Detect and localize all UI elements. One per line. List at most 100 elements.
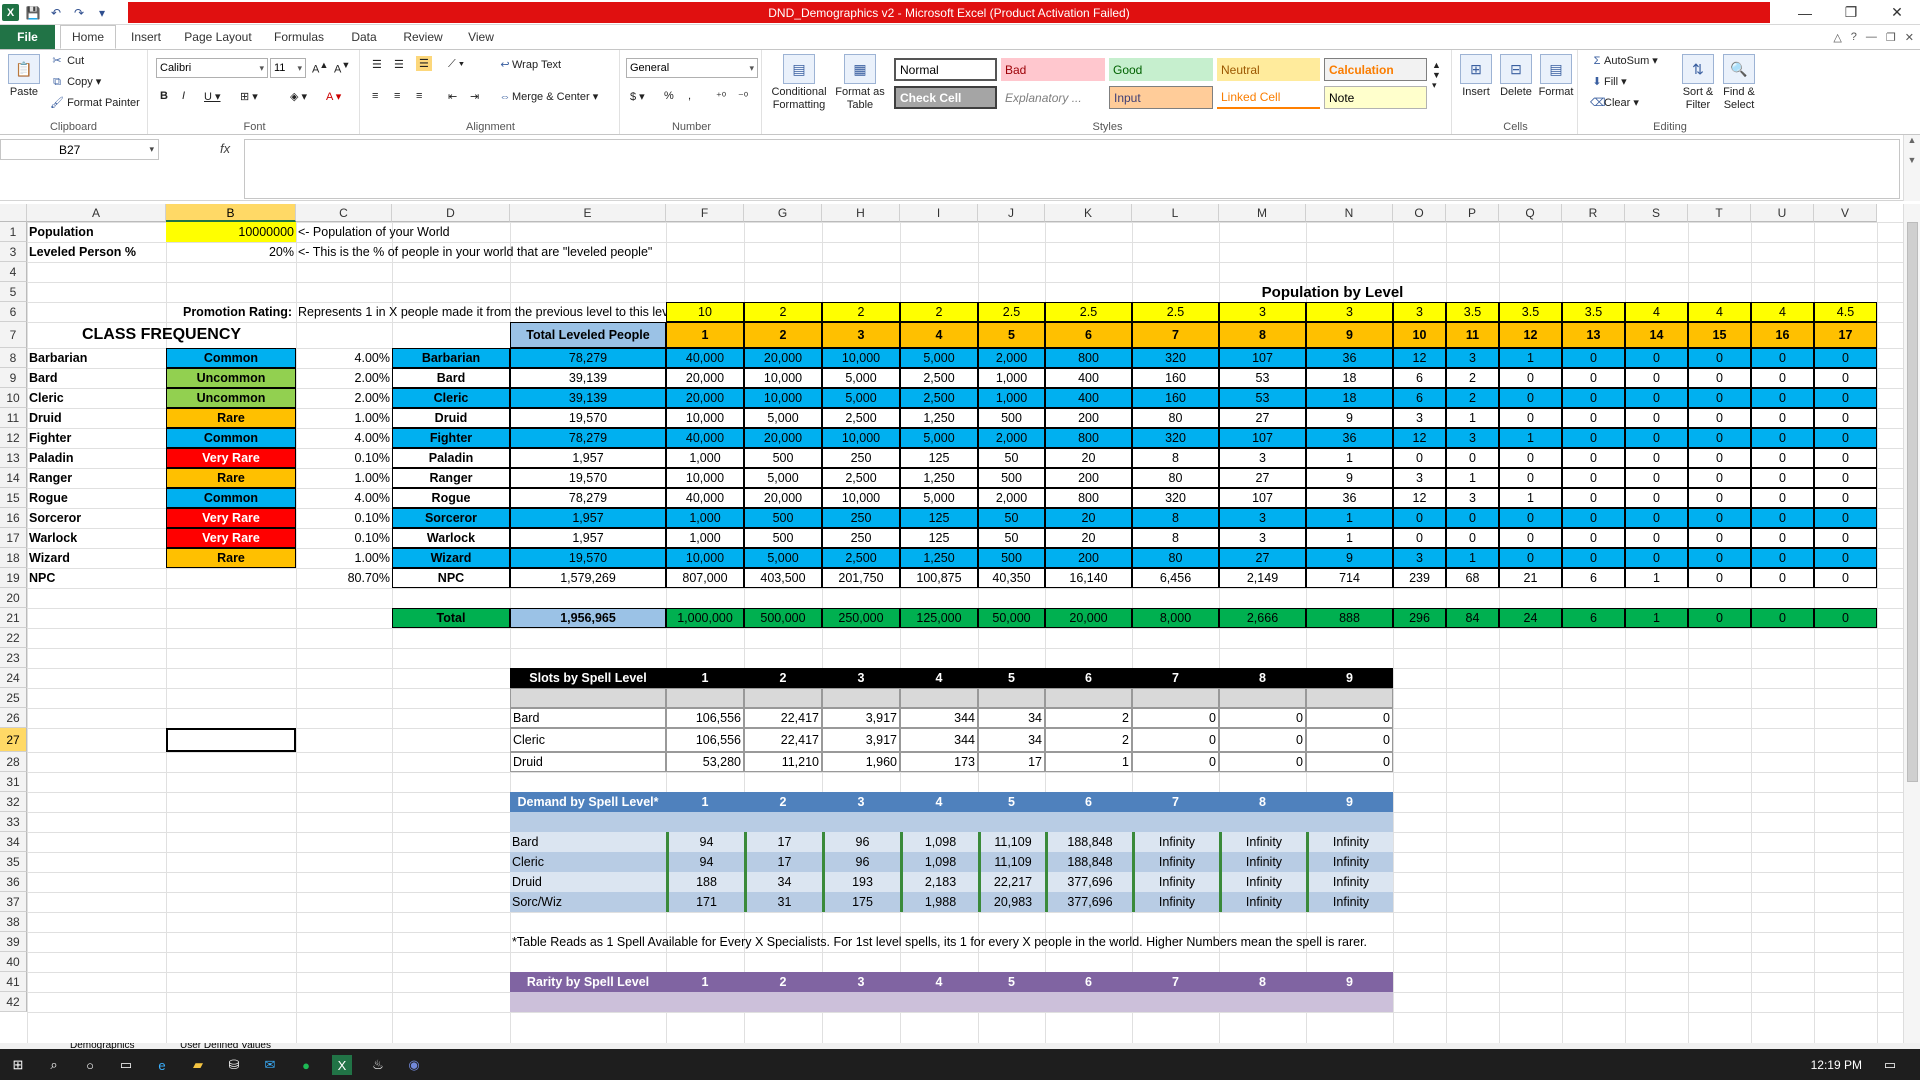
class-level-count[interactable]: 0 [1688,568,1751,588]
class-level-count[interactable]: 5,000 [900,488,978,508]
slots-blank-row[interactable] [1132,688,1219,708]
tab-formulas[interactable]: Formulas [264,25,334,49]
footnote[interactable]: *Table Reads as 1 Spell Available for Ev… [510,932,1499,952]
task-view-icon[interactable]: ▭ [116,1055,136,1075]
demand-value[interactable]: 188 [666,872,744,892]
promotion-value[interactable]: 2 [822,302,900,322]
increase-decimal-icon[interactable]: ⁺⁰ [716,90,726,103]
level-number-header[interactable]: 5 [978,322,1045,348]
row-header-37[interactable]: 37 [0,892,27,912]
slots-col-header[interactable]: 2 [744,668,822,688]
class-level-count[interactable]: 5,000 [822,388,900,408]
percent-icon[interactable]: % [664,90,674,102]
row-header-27[interactable]: 27 [0,728,27,752]
total-level-count[interactable]: 8,000 [1132,608,1219,628]
class-level-count[interactable]: 1,250 [900,408,978,428]
slots-col-header[interactable]: 9 [1306,668,1393,688]
slots-blank-row[interactable] [1219,688,1306,708]
rarity-blank-row[interactable] [1306,992,1393,1012]
help-icon[interactable]: ? [1851,31,1857,43]
class-total[interactable]: 1,957 [510,448,666,468]
wrap-text-button[interactable]: ↩ Wrap Text [498,58,561,72]
class-name-table[interactable]: Rogue [392,488,510,508]
class-percent[interactable]: 2.00% [296,368,392,388]
font-color-icon[interactable]: A ▾ [326,90,341,103]
demand-value[interactable]: 31 [744,892,822,912]
promotion-value[interactable]: 10 [666,302,744,322]
class-level-count[interactable]: 0 [1751,408,1814,428]
class-level-count[interactable]: 400 [1045,368,1132,388]
class-level-count[interactable]: 50 [978,448,1045,468]
slots-value[interactable]: 106,556 [666,708,744,728]
class-level-count[interactable]: 2,500 [822,408,900,428]
class-name[interactable]: Warlock [27,528,166,548]
class-rarity[interactable]: Very Rare [166,448,296,468]
class-level-count[interactable]: 160 [1132,388,1219,408]
name-box[interactable]: B27 [0,139,159,160]
class-frequency-title[interactable]: CLASS FREQUENCY [27,322,296,348]
demand-col-header[interactable]: 3 [822,792,900,812]
class-level-count[interactable]: 0 [1751,428,1814,448]
number-format-select[interactable]: General [626,58,758,78]
class-level-count[interactable]: 1,250 [900,548,978,568]
class-level-count[interactable]: 0 [1751,568,1814,588]
class-level-count[interactable]: 40,000 [666,488,744,508]
class-level-count[interactable]: 0 [1393,528,1446,548]
slots-value[interactable]: 34 [978,708,1045,728]
class-level-count[interactable]: 20 [1045,448,1132,468]
column-header-A[interactable]: A [27,204,166,222]
level-number-header[interactable]: 17 [1814,322,1877,348]
total-level-count[interactable]: 84 [1446,608,1499,628]
class-level-count[interactable]: 9 [1306,548,1393,568]
promotion-value[interactable]: 3.5 [1562,302,1625,322]
class-level-count[interactable]: 0 [1751,448,1814,468]
demand-blank-row[interactable] [666,812,744,832]
class-level-count[interactable]: 0 [1625,368,1688,388]
demand-value[interactable]: Infinity [1132,832,1219,852]
column-header-V[interactable]: V [1814,204,1877,222]
class-total[interactable]: 39,139 [510,388,666,408]
class-level-count[interactable]: 0 [1751,528,1814,548]
level-number-header[interactable]: 1 [666,322,744,348]
class-level-count[interactable]: 0 [1625,508,1688,528]
class-name[interactable]: Wizard [27,548,166,568]
class-level-count[interactable]: 0 [1625,388,1688,408]
class-level-count[interactable]: 500 [744,448,822,468]
class-level-count[interactable]: 200 [1045,408,1132,428]
slots-value[interactable]: 1 [1045,752,1132,772]
slots-value[interactable]: 3,917 [822,728,900,752]
row-header-33[interactable]: 33 [0,812,27,832]
row-header-20[interactable]: 20 [0,588,27,608]
class-name-table[interactable]: Warlock [392,528,510,548]
row-header-41[interactable]: 41 [0,972,27,992]
demand-col-header[interactable]: 9 [1306,792,1393,812]
column-header-I[interactable]: I [900,204,978,222]
tab-view[interactable]: View [456,25,506,49]
class-rarity[interactable]: Very Rare [166,528,296,548]
level-number-header[interactable]: 7 [1132,322,1219,348]
store-icon[interactable]: ⛁ [224,1055,244,1075]
increase-indent-icon[interactable]: ⇥ [470,90,479,103]
align-bottom-icon[interactable]: ☰ [416,56,432,71]
class-rarity[interactable]: Rare [166,468,296,488]
row-header-35[interactable]: 35 [0,852,27,872]
class-level-count[interactable]: 6,456 [1132,568,1219,588]
tab-data[interactable]: Data [338,25,390,49]
class-level-count[interactable]: 5,000 [900,348,978,368]
vertical-scrollbar[interactable] [1903,204,1920,1043]
slots-blank-row[interactable] [1306,688,1393,708]
demand-value[interactable]: Infinity [1219,852,1306,872]
column-header-P[interactable]: P [1446,204,1499,222]
formula-bar-expand-icon[interactable]: ▲ ▼ [1903,135,1920,201]
class-level-count[interactable]: 0 [1625,548,1688,568]
demand-value[interactable]: 11,109 [978,852,1045,872]
promotion-value[interactable]: 3.5 [1446,302,1499,322]
rarity-col-header[interactable]: 4 [900,972,978,992]
row-header-34[interactable]: 34 [0,832,27,852]
rarity-table-title[interactable]: Rarity by Spell Level [510,972,666,992]
class-level-count[interactable]: 0 [1814,388,1877,408]
row-header-1[interactable]: 1 [0,222,27,242]
promotion-value[interactable]: 3.5 [1499,302,1562,322]
row-header-22[interactable]: 22 [0,628,27,648]
close-icon[interactable]: ✕ [1874,0,1920,25]
